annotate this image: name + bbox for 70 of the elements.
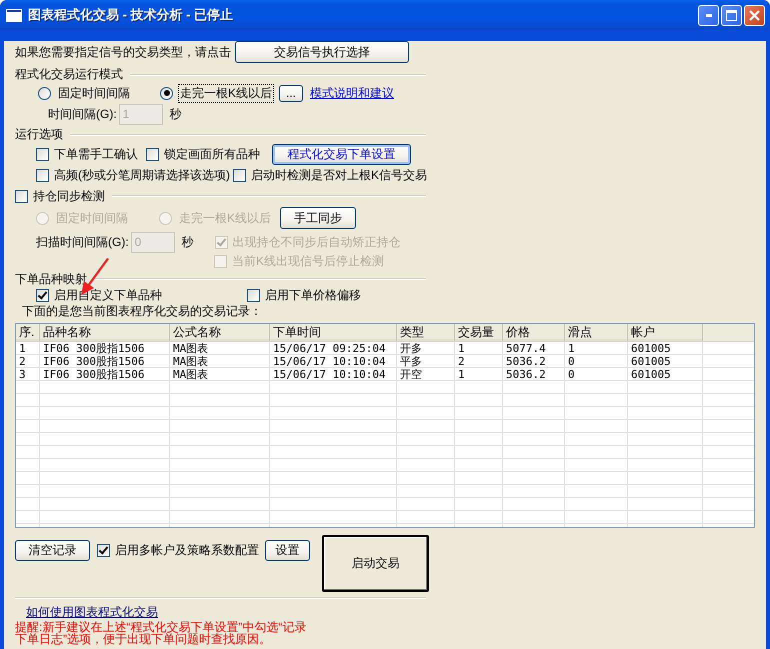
table-cell-text: 1 (567, 342, 576, 355)
table-cell-text: 15/06/17 10:10:04 (272, 368, 387, 381)
table-cell-text: 601005 (630, 355, 672, 368)
section-heading: 程式化交易运行模式 (15, 66, 123, 83)
table-cell-text: 2 (457, 355, 466, 368)
column-header[interactable]: 下单时间 (270, 324, 397, 341)
table-cell-text: 平多 (399, 355, 423, 368)
table-cell-text: 3 (18, 368, 27, 381)
checkbox[interactable]: 持仓同步检测 (15, 188, 105, 204)
table-cell-text: 5077.4 (505, 342, 547, 355)
maximize-button[interactable] (721, 4, 742, 26)
column-header[interactable]: 滑点 (565, 324, 628, 341)
manual-sync-button[interactable]: 手工同步 (280, 207, 356, 229)
table-cell-text: 0 (567, 368, 576, 381)
table-cell-text: 601005 (630, 368, 672, 381)
maximize-icon (726, 10, 737, 20)
usage-help-link[interactable]: 如何使用图表程式化交易 (26, 604, 158, 620)
table-cell-text: 1 (457, 368, 466, 381)
checkbox[interactable]: 锁定画面所有品种 (146, 146, 272, 163)
field-label: 扫描时间间隔(G): (36, 234, 129, 250)
radio-button[interactable]: 固定时间间隔 (38, 84, 160, 102)
table-cell-text: 开空 (399, 368, 423, 381)
close-icon (749, 10, 760, 20)
field-label: 时间间隔(G): (48, 106, 117, 122)
table-cell-text: MA图表 (172, 355, 210, 368)
unit-label: 秒 (170, 106, 182, 122)
minimize-button[interactable] (698, 4, 719, 26)
start-trading-button[interactable]: 启动交易 (322, 535, 429, 592)
window-title: 图表程式化交易 - 技术分析 - 已停止 (28, 6, 234, 24)
table-cell-text: MA图表 (172, 342, 210, 355)
close-button[interactable] (744, 4, 765, 26)
table-cell-text: 1 (457, 342, 466, 355)
checkbox[interactable]: 启用下单价格偏移 (247, 287, 361, 304)
checkbox[interactable]: 启用多帐户及策略系数配置 (97, 542, 259, 559)
checkbox[interactable]: 下单需手工确认 (36, 146, 146, 163)
table-cell-text: 15/06/17 10:10:04 (272, 355, 387, 368)
table-cell-text: IF06 300股指1506 (42, 368, 146, 381)
table-cell-text: 0 (567, 355, 576, 368)
table-cell-text: 2 (18, 355, 27, 368)
column-header[interactable]: 价格 (503, 324, 565, 341)
signal-select-button[interactable]: 交易信号执行选择 (235, 41, 409, 63)
table-cell-text: 开多 (399, 342, 423, 355)
checkbox[interactable]: 高频(秒或分笔周期请选择该选项) (36, 166, 230, 184)
column-header[interactable]: 帐户 (628, 324, 703, 341)
more-button[interactable]: ... (279, 84, 304, 102)
column-header[interactable]: 公式名称 (170, 324, 270, 341)
table-cell-text: MA图表 (172, 368, 210, 381)
table-cell-text: 1 (18, 342, 27, 355)
minimize-icon (706, 14, 712, 16)
records-caption: 下面的是您当前图表程序化交易的交易记录： (22, 303, 262, 320)
table-cell-text: 15/06/17 09:25:04 (272, 342, 387, 355)
table-cell-text: 5036.2 (505, 355, 547, 368)
mode-help-link[interactable]: 模式说明和建议 (310, 84, 394, 102)
column-header[interactable]: 交易量 (455, 324, 503, 341)
table-cell-text: 601005 (630, 342, 672, 355)
prompt-text: 如果您需要指定信号的交易类型，请点击 (15, 44, 231, 60)
clear-records-button[interactable]: 清空记录 (15, 540, 90, 561)
column-header[interactable]: 类型 (397, 324, 455, 341)
section-heading: 运行选项 (15, 126, 63, 143)
order-settings-button[interactable]: 程式化交易下单设置 (272, 144, 411, 165)
checkbox[interactable]: 启动时检测是否对上根K信号交易 (233, 166, 428, 184)
settings-button[interactable]: 设置 (265, 540, 310, 561)
unit-label: 秒 (182, 234, 194, 250)
table-cell-text: IF06 300股指1506 (42, 355, 146, 368)
column-header[interactable]: 品种名称 (40, 324, 170, 341)
window-icon (6, 8, 22, 22)
column-header[interactable]: 序. (16, 324, 40, 341)
table-cell-text: IF06 300股指1506 (42, 342, 146, 355)
reminder-text: 提醒:新手建议在上述“程式化交易下单设置”中勾选“记录下单日志”选项，便于出现下单问题时查找原因。 (15, 621, 308, 645)
table-cell-text: 5036.2 (505, 368, 547, 381)
